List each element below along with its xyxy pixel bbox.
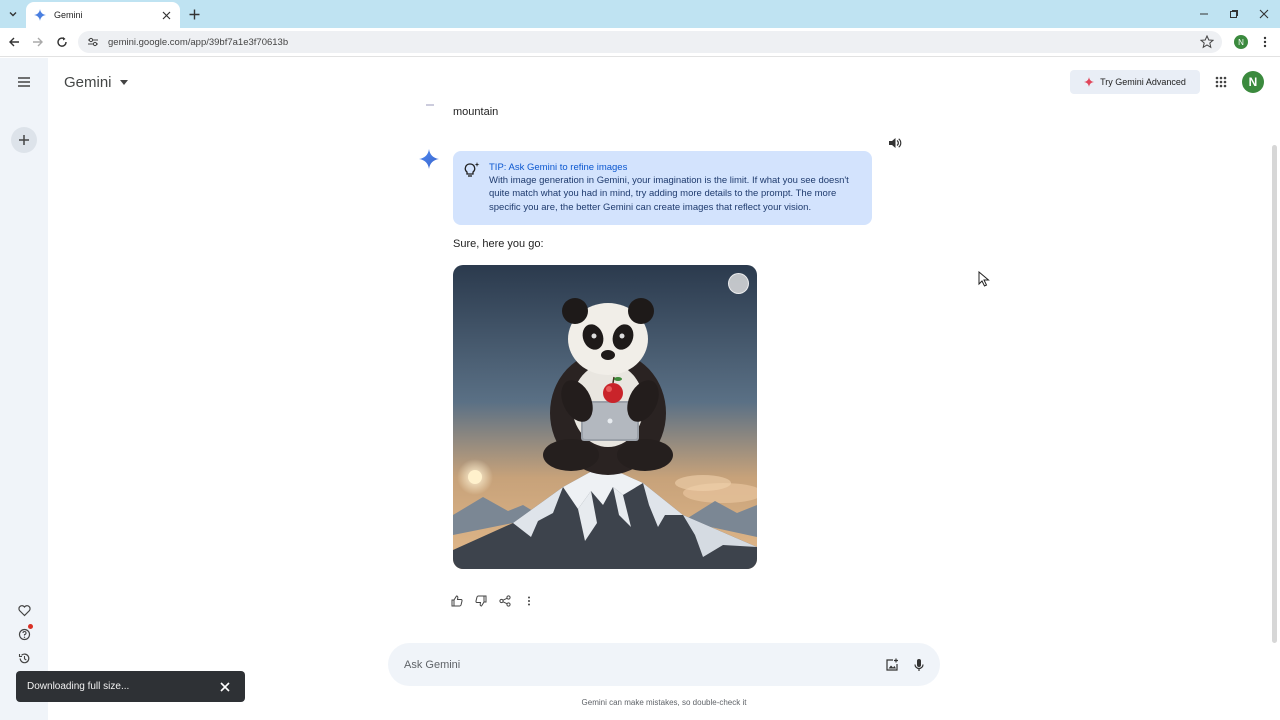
- upload-image-button[interactable]: [882, 655, 902, 675]
- hamburger-menu-icon: [18, 77, 30, 87]
- thumbs-down-button[interactable]: [472, 592, 490, 610]
- caret-down-icon: [119, 80, 128, 85]
- reload-button[interactable]: [54, 34, 70, 50]
- close-icon: [162, 11, 170, 19]
- volume-up-icon: [889, 138, 902, 148]
- app-title: Gemini: [64, 74, 112, 91]
- activity-button[interactable]: [12, 646, 36, 670]
- try-advanced-button[interactable]: Try Gemini Advanced: [1070, 70, 1200, 94]
- notification-dot: [28, 624, 33, 629]
- mouse-cursor-icon: [978, 271, 990, 287]
- scrollbar[interactable]: [1272, 145, 1277, 643]
- back-button[interactable]: [6, 34, 22, 50]
- help-button[interactable]: [12, 622, 36, 646]
- bookmark-star-icon[interactable]: [1200, 35, 1214, 49]
- new-tab-button[interactable]: [186, 6, 202, 22]
- help-icon: [18, 628, 30, 640]
- address-bar[interactable]: gemini.google.com/app/39bf7a1e3f70613b: [78, 31, 1222, 53]
- restore-icon: [1230, 10, 1238, 18]
- close-icon: [220, 681, 230, 692]
- url-text: gemini.google.com/app/39bf7a1e3f70613b: [108, 36, 289, 48]
- listen-button[interactable]: [886, 134, 904, 152]
- forward-button[interactable]: [30, 34, 46, 50]
- thumbs-down-icon: [475, 595, 487, 607]
- apps-grid-icon: [1215, 76, 1227, 88]
- prompt-input[interactable]: [404, 655, 864, 675]
- side-rail: [0, 58, 48, 720]
- tip-body: With image generation in Gemini, your im…: [489, 175, 849, 213]
- restore-button[interactable]: [1226, 6, 1242, 22]
- user-prompt-text: mountain: [453, 106, 499, 118]
- tip-card: TIP: Ask Gemini to refine images With im…: [453, 151, 872, 225]
- tab-title: Gemini: [54, 10, 83, 20]
- heart-sparkle-icon: [17, 604, 31, 616]
- gemini-favicon-icon: [34, 9, 46, 21]
- browser-profile-avatar[interactable]: N: [1234, 35, 1248, 49]
- browser-menu-button[interactable]: [1258, 35, 1272, 49]
- account-avatar[interactable]: N: [1242, 71, 1264, 93]
- thumbs-up-button[interactable]: [448, 592, 466, 610]
- arrow-right-icon: [33, 37, 43, 47]
- chevron-down-icon: [9, 12, 17, 17]
- tab-close-button[interactable]: [160, 9, 172, 21]
- download-toast: Downloading full size...: [16, 671, 245, 702]
- plus-icon: [19, 135, 29, 145]
- try-advanced-label: Try Gemini Advanced: [1100, 77, 1186, 87]
- minimize-icon: [1200, 13, 1208, 15]
- browser-tab-gemini[interactable]: Gemini: [26, 2, 180, 28]
- gemini-sparkle-icon: [419, 149, 439, 169]
- plus-icon: [189, 9, 199, 19]
- minimize-button[interactable]: [1196, 6, 1212, 22]
- more-vert-icon: [528, 596, 530, 606]
- history-icon: [18, 652, 29, 663]
- user-prompt-marker: [426, 104, 434, 106]
- browser-tabstrip: Gemini: [0, 0, 1280, 28]
- site-info-icon[interactable]: [86, 35, 100, 49]
- more-options-button[interactable]: [520, 592, 538, 610]
- more-vert-icon: [1263, 36, 1267, 48]
- reload-icon: [57, 37, 67, 47]
- arrow-left-icon: [9, 37, 19, 47]
- prompt-input-bar: [388, 643, 940, 686]
- add-photo-icon: [886, 658, 898, 671]
- tab-search-button[interactable]: [4, 5, 22, 23]
- tip-title: TIP: Ask Gemini to refine images: [489, 162, 628, 173]
- sparkle-icon: [1084, 77, 1095, 87]
- microphone-button[interactable]: [909, 655, 929, 675]
- new-chat-button[interactable]: [11, 127, 37, 153]
- close-icon: [1259, 9, 1269, 19]
- google-apps-button[interactable]: [1212, 73, 1230, 91]
- close-window-button[interactable]: [1256, 6, 1272, 22]
- lightbulb-sparkle-icon: [464, 162, 480, 177]
- thumbs-up-icon: [451, 595, 463, 607]
- main-menu-button[interactable]: [12, 70, 36, 94]
- share-icon: [499, 595, 511, 607]
- response-actions: [448, 592, 538, 610]
- gem-manager-button[interactable]: [12, 598, 36, 622]
- generated-image[interactable]: [453, 265, 757, 569]
- microphone-icon: [914, 659, 924, 671]
- toast-text: Downloading full size...: [27, 681, 130, 692]
- toast-close-button[interactable]: [215, 677, 235, 697]
- reply-text: Sure, here you go:: [453, 238, 544, 250]
- browser-toolbar: gemini.google.com/app/39bf7a1e3f70613b N: [0, 28, 1280, 57]
- image-select-checkbox[interactable]: [728, 273, 749, 294]
- share-button[interactable]: [496, 592, 514, 610]
- model-switcher[interactable]: Gemini: [64, 74, 128, 91]
